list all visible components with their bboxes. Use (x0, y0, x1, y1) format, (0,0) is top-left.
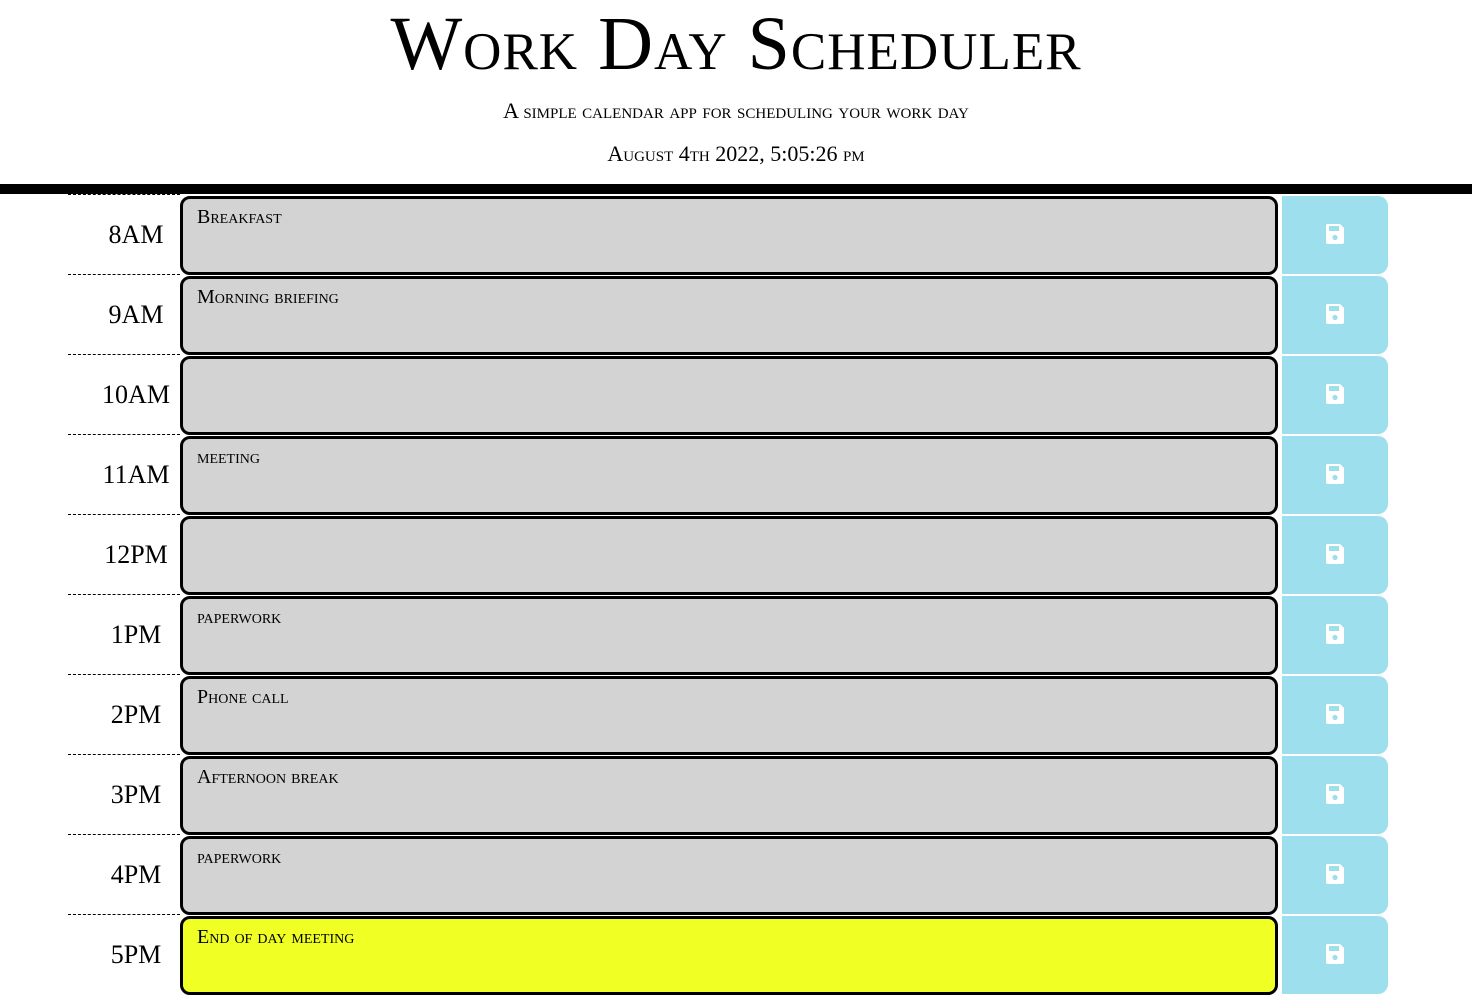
time-block-4pm: 4PM (68, 834, 1388, 915)
hour-label: 10AM (68, 354, 180, 434)
floppy-disk-icon (1325, 943, 1345, 968)
page-title: Work Day Scheduler (390, 2, 1082, 86)
description-input[interactable] (180, 836, 1278, 915)
hour-label: 12PM (68, 514, 180, 594)
hour-label: 9AM (68, 274, 180, 354)
floppy-disk-icon (1325, 703, 1345, 728)
save-button[interactable] (1282, 836, 1388, 914)
save-button[interactable] (1282, 356, 1388, 434)
time-block-8am: 8AM (68, 194, 1388, 275)
time-blocks: 8AM 9AM 10AM 11AM 12PM 1PM 2PM 3PM 4PM (68, 194, 1388, 999)
time-block-12pm: 12PM (68, 514, 1388, 595)
save-button[interactable] (1282, 516, 1388, 594)
time-block-2pm: 2PM (68, 674, 1388, 755)
time-block-1pm: 1PM (68, 594, 1388, 675)
description-input[interactable] (180, 516, 1278, 595)
save-button[interactable] (1282, 196, 1388, 274)
page-subtitle: A simple calendar app for scheduling you… (503, 98, 969, 123)
description-input[interactable] (180, 756, 1278, 835)
description-input[interactable] (180, 596, 1278, 675)
floppy-disk-icon (1325, 303, 1345, 328)
floppy-disk-icon (1325, 863, 1345, 888)
save-button[interactable] (1282, 436, 1388, 514)
hour-label: 8AM (68, 194, 180, 274)
hour-label: 2PM (68, 674, 180, 754)
save-button[interactable] (1282, 916, 1388, 994)
description-input[interactable] (180, 676, 1278, 755)
time-block-5pm: 5PM (68, 914, 1388, 995)
description-input[interactable] (180, 276, 1278, 355)
save-button[interactable] (1282, 676, 1388, 754)
current-datetime: August 4th 2022, 5:05:26 pm (607, 141, 865, 166)
hour-label: 4PM (68, 834, 180, 914)
description-input[interactable] (180, 436, 1278, 515)
description-input[interactable] (180, 356, 1278, 435)
save-button[interactable] (1282, 756, 1388, 834)
description-input[interactable] (180, 196, 1278, 275)
floppy-disk-icon (1325, 463, 1345, 488)
save-button[interactable] (1282, 596, 1388, 674)
hour-label: 11AM (68, 434, 180, 514)
hour-label: 3PM (68, 754, 180, 834)
hour-label: 5PM (68, 914, 180, 994)
floppy-disk-icon (1325, 783, 1345, 808)
description-input[interactable] (180, 916, 1278, 995)
floppy-disk-icon (1325, 623, 1345, 648)
floppy-disk-icon (1325, 383, 1345, 408)
save-button[interactable] (1282, 276, 1388, 354)
hour-label: 1PM (68, 594, 180, 674)
floppy-disk-icon (1325, 543, 1345, 568)
header: Work Day Scheduler A simple calendar app… (0, 0, 1472, 194)
time-block-11am: 11AM (68, 434, 1388, 515)
time-block-3pm: 3PM (68, 754, 1388, 835)
floppy-disk-icon (1325, 223, 1345, 248)
time-block-10am: 10AM (68, 354, 1388, 435)
time-block-9am: 9AM (68, 274, 1388, 355)
